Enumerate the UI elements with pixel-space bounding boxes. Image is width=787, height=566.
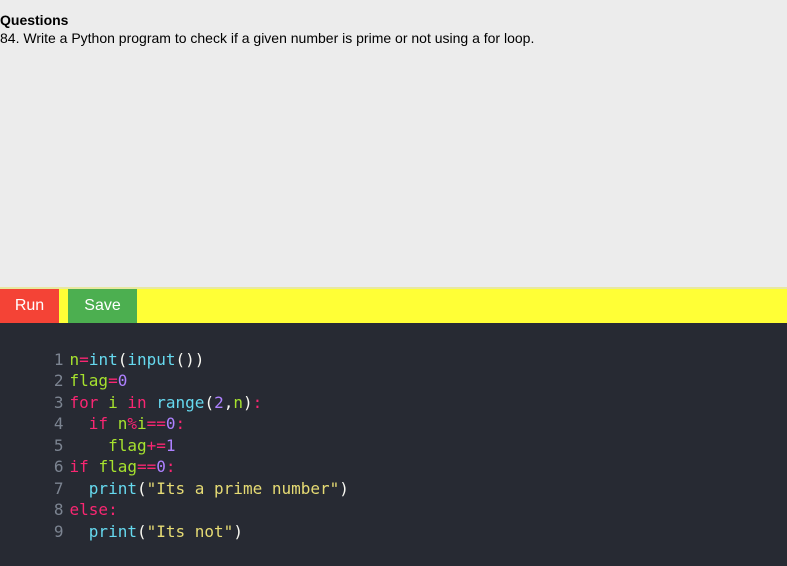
code-editor[interactable]: 1 n=int(input()) 2 flag=0 3 for i in range(…	[0, 323, 787, 566]
question-panel: Questions 84. Write a Python program to …	[0, 0, 787, 287]
code-line: 7 print("Its a prime number")	[0, 457, 349, 498]
code-line: 1 n=int(input())	[0, 328, 205, 369]
line-number: 9	[53, 522, 64, 541]
run-button[interactable]: Run	[0, 289, 59, 323]
code-line: 8 else:	[0, 478, 118, 519]
save-button[interactable]: Save	[68, 289, 137, 323]
code-text[interactable]: print("Its not")	[70, 522, 243, 541]
editor-toolbar: Run Save	[0, 287, 787, 323]
code-line: 3 for i in range(2,n):	[0, 371, 262, 412]
code-line: 4 if n%i==0:	[0, 392, 185, 433]
code-line: 5 flag+=1	[0, 414, 176, 455]
question-text: 84. Write a Python program to check if a…	[0, 30, 535, 46]
code-line: 6 if flag==0:	[0, 435, 176, 476]
questions-heading: Questions	[0, 12, 69, 28]
code-line: 9 print("Its not")	[0, 500, 243, 541]
code-line: 2 flag=0	[0, 349, 127, 390]
